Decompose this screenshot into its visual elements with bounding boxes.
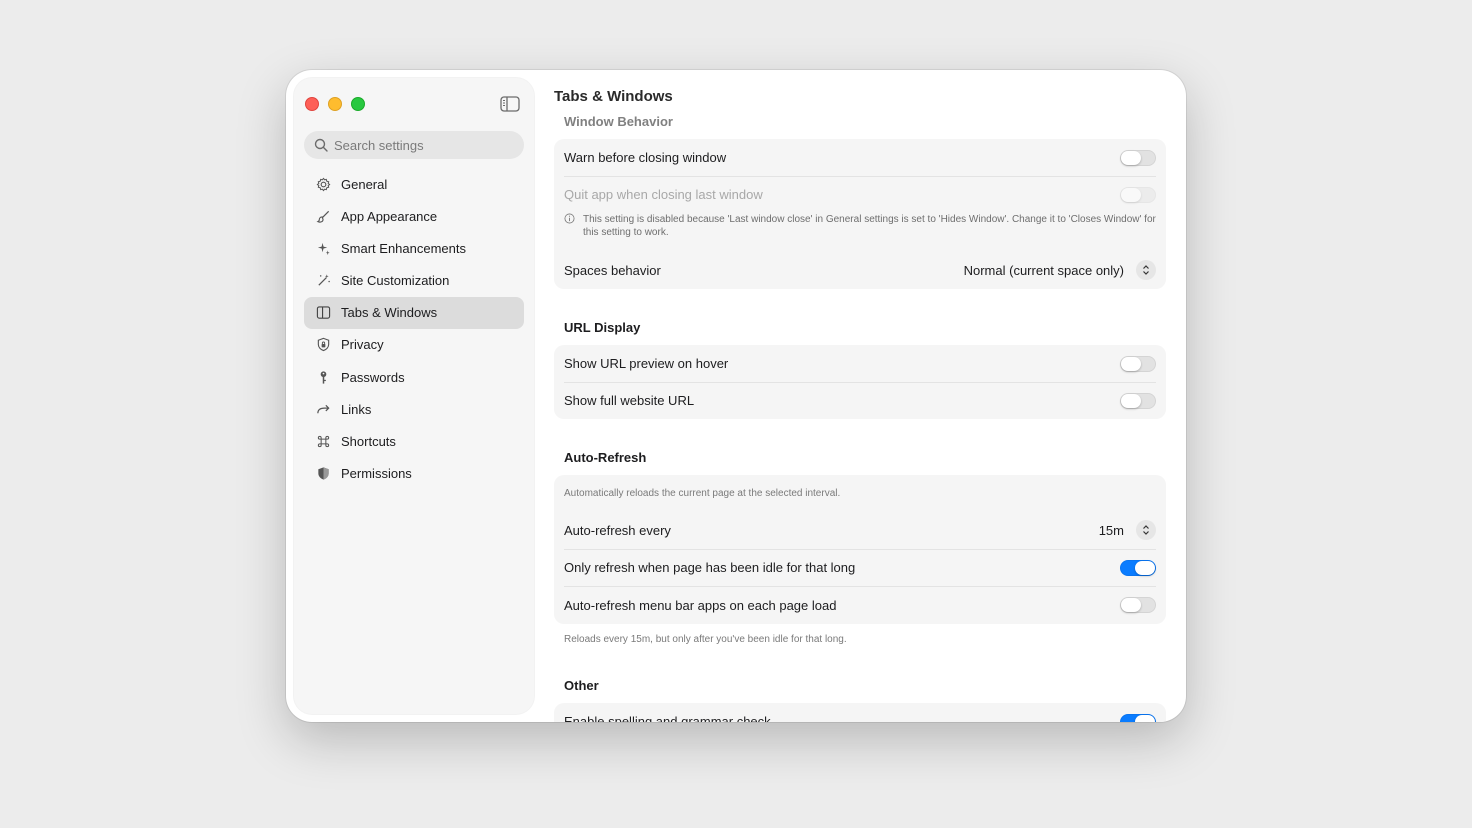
auto-refresh-description: Automatically reloads the current page a… xyxy=(564,487,841,499)
sidebar: General App Appearance Smart Enhancement… xyxy=(294,78,534,714)
section-title-other: Other xyxy=(564,678,599,693)
spaces-behavior-value[interactable]: Normal (current space only) xyxy=(964,263,1124,278)
sidebar-item-label: Site Customization xyxy=(341,273,450,289)
url-preview-row: Show URL preview on hover xyxy=(554,345,1166,382)
sidebar-item-label: Passwords xyxy=(341,369,405,385)
sidebar-item-site-customization[interactable]: Site Customization xyxy=(304,265,524,297)
command-icon xyxy=(315,434,331,450)
search-icon xyxy=(314,138,328,152)
url-display-card: Show URL preview on hover Show full webs… xyxy=(554,345,1166,419)
search-input[interactable] xyxy=(334,137,514,153)
info-circle-icon xyxy=(564,213,575,228)
menubar-refresh-toggle[interactable] xyxy=(1120,597,1156,613)
auto-refresh-every-value[interactable]: 15m xyxy=(1099,523,1124,538)
url-preview-label: Show URL preview on hover xyxy=(564,356,729,371)
quit-app-info: This setting is disabled because 'Last w… xyxy=(554,213,1166,251)
quit-app-info-text: This setting is disabled because 'Last w… xyxy=(583,214,1156,238)
quit-app-row: Quit app when closing last window xyxy=(554,176,1166,213)
other-card: Enable spelling and grammar check xyxy=(554,703,1166,722)
sidebar-item-general[interactable]: General xyxy=(304,168,524,200)
sidebar-item-label: Links xyxy=(341,401,372,417)
key-icon xyxy=(315,369,331,385)
sidebar-nav: General App Appearance Smart Enhancement… xyxy=(304,168,524,490)
minimize-window-button[interactable] xyxy=(328,97,342,111)
sidebar-item-label: App Appearance xyxy=(341,208,438,224)
full-url-label: Show full website URL xyxy=(564,393,695,408)
shield-lock-icon xyxy=(315,337,331,353)
window-behavior-card: Warn before closing window Quit app when… xyxy=(554,139,1166,289)
menubar-refresh-row: Auto-refresh menu bar apps on each page … xyxy=(554,586,1166,624)
quit-app-label: Quit app when closing last window xyxy=(564,187,763,202)
full-url-toggle[interactable] xyxy=(1120,392,1156,409)
warn-before-closing-label: Warn before closing window xyxy=(564,150,727,165)
section-title-url-display: URL Display xyxy=(564,320,641,335)
idle-refresh-toggle[interactable] xyxy=(1120,559,1156,576)
sidebar-item-permissions[interactable]: Permissions xyxy=(304,458,524,490)
sidebar-item-label: Smart Enhancements xyxy=(341,240,467,256)
sidebar-item-passwords[interactable]: Passwords xyxy=(304,361,524,393)
sidebar-item-smart-enhancements[interactable]: Smart Enhancements xyxy=(304,232,524,264)
sidebar-item-label: Privacy xyxy=(341,337,384,353)
close-window-button[interactable] xyxy=(305,97,319,111)
search-field[interactable] xyxy=(304,131,524,159)
auto-refresh-card: Automatically reloads the current page a… xyxy=(554,475,1166,624)
sidebar-item-tabs-windows[interactable]: Tabs & Windows xyxy=(304,296,524,329)
magic-wand-icon xyxy=(315,273,331,289)
auto-refresh-every-row: Auto-refresh every 15m xyxy=(554,511,1166,549)
arrow-forward-icon xyxy=(315,401,331,417)
auto-refresh-chevron-updown-icon[interactable] xyxy=(1136,520,1156,540)
sidebar-item-app-appearance[interactable]: App Appearance xyxy=(304,200,524,232)
full-url-row: Show full website URL xyxy=(554,382,1166,419)
gear-icon xyxy=(315,176,331,192)
page-title: Tabs & Windows xyxy=(554,88,673,105)
url-preview-toggle[interactable] xyxy=(1120,355,1156,372)
sidebar-item-label: Permissions xyxy=(341,466,412,482)
spelling-row: Enable spelling and grammar check xyxy=(554,703,1166,722)
section-title-window-behavior: Window Behavior xyxy=(564,114,673,129)
maximize-window-button[interactable] xyxy=(351,97,365,111)
spaces-behavior-label: Spaces behavior xyxy=(564,262,661,278)
sidebar-item-shortcuts[interactable]: Shortcuts xyxy=(304,426,524,458)
settings-window: General App Appearance Smart Enhancement… xyxy=(286,70,1186,722)
auto-refresh-every-label: Auto-refresh every xyxy=(564,522,671,538)
sidebar-item-links[interactable]: Links xyxy=(304,393,524,425)
spelling-toggle[interactable] xyxy=(1120,713,1156,722)
warn-before-closing-toggle[interactable] xyxy=(1120,149,1156,166)
idle-refresh-label: Only refresh when page has been idle for… xyxy=(564,560,856,575)
sidebar-item-label: Shortcuts xyxy=(341,434,396,449)
sidebar-item-privacy[interactable]: Privacy xyxy=(304,329,524,361)
sidebar-panel-icon xyxy=(315,305,331,321)
auto-refresh-caption: Reloads every 15m, but only after you've… xyxy=(564,634,847,645)
spaces-behavior-row: Spaces behavior Normal (current space on… xyxy=(554,251,1166,289)
sparkles-icon xyxy=(315,240,331,256)
spelling-label: Enable spelling and grammar check xyxy=(564,714,771,722)
spaces-behavior-chevron-updown-icon[interactable] xyxy=(1136,260,1156,280)
settings-content: Tabs & Windows Window Behavior Warn befo… xyxy=(554,70,1166,722)
quit-app-toggle xyxy=(1120,186,1156,203)
idle-refresh-row: Only refresh when page has been idle for… xyxy=(554,549,1166,586)
menubar-refresh-label: Auto-refresh menu bar apps on each page … xyxy=(564,597,837,613)
warn-before-closing-row: Warn before closing window xyxy=(554,139,1166,176)
shield-check-icon xyxy=(315,466,331,482)
paintbrush-icon xyxy=(315,208,331,224)
sidebar-item-label: General xyxy=(341,176,388,192)
section-title-auto-refresh: Auto-Refresh xyxy=(564,450,647,465)
sidebar-toggle-icon[interactable] xyxy=(500,96,520,112)
sidebar-item-label: Tabs & Windows xyxy=(341,305,438,321)
